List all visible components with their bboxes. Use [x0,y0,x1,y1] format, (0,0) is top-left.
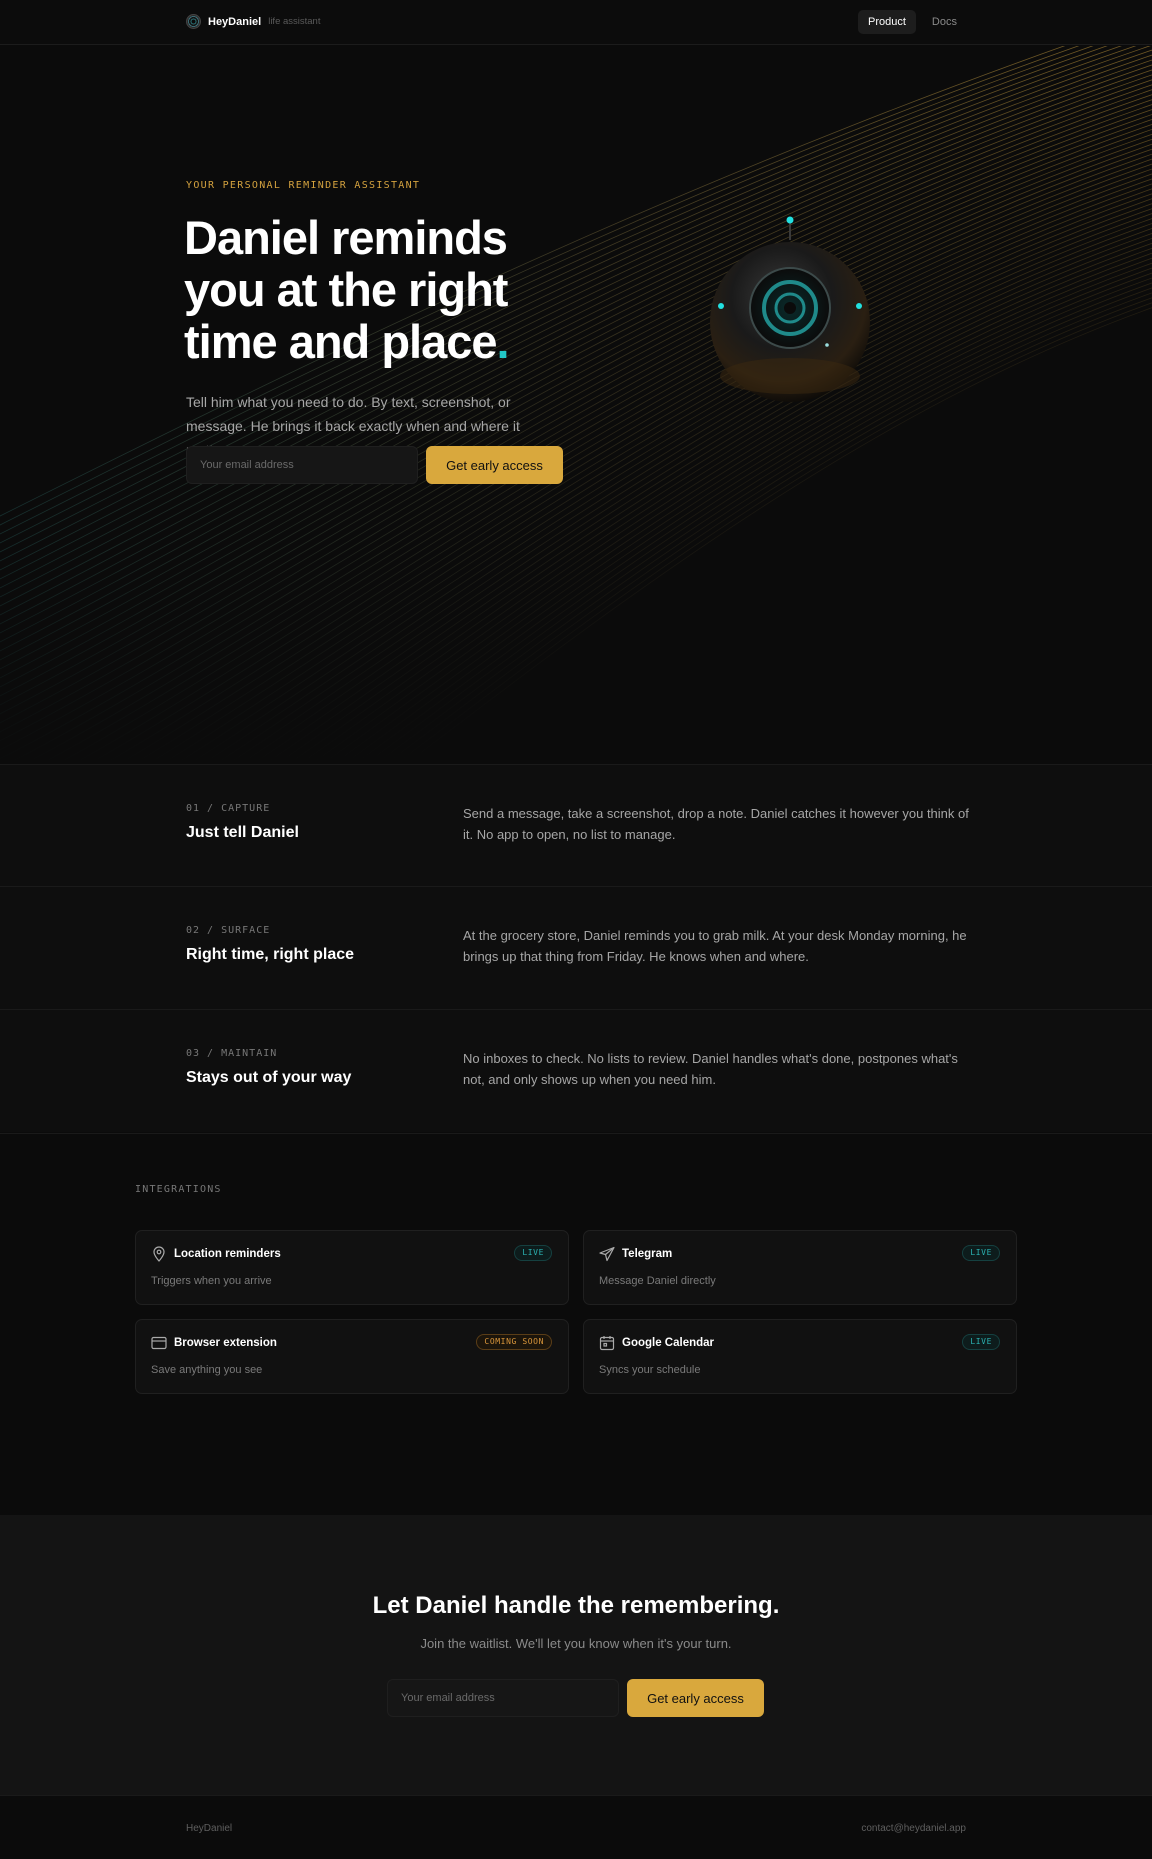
brand-name: HeyDaniel [208,15,262,28]
paper-plane-icon [599,1246,615,1262]
hero-title-dot: . [496,315,510,368]
hero-title-line-2: you at the right [184,263,508,316]
cta-get-early-access-button[interactable]: Get early access [627,1679,764,1717]
step-number: 01 / CAPTURE [186,803,271,814]
cta-email-input[interactable] [387,1679,619,1717]
card-description: Triggers when you arrive [151,1275,272,1287]
integration-card-browser-extension[interactable]: Browser extension COMING SOON Save anyth… [135,1319,569,1394]
integration-card-telegram[interactable]: Telegram LIVE Message Daniel directly [583,1230,1017,1305]
step-description: No inboxes to check. No lists to review.… [463,1051,958,1087]
nav-link-docs[interactable]: Docs [922,10,967,34]
hero-section: YOUR PERSONAL REMINDER ASSISTANT Daniel … [0,46,1152,764]
step-number: 03 / MAINTAIN [186,1048,278,1059]
logo-icon [186,14,201,29]
footer-brand: HeyDaniel [186,1823,233,1834]
step-number: 02 / SURFACE [186,925,271,936]
status-badge: COMING SOON [476,1334,552,1350]
step-description: Send a message, take a screenshot, drop … [463,806,969,842]
step-title: Stays out of your way [186,1069,352,1086]
card-title: Location reminders [174,1248,281,1260]
daniel-orb-icon [710,216,870,402]
step-title: Right time, right place [186,946,355,963]
step-title: Just tell Daniel [186,824,299,841]
hero-title-line-1: Daniel reminds [184,211,508,264]
waitlist-cta-section: Let Daniel handle the remembering. Join … [0,1515,1152,1795]
nav-links: Product Docs [858,10,967,34]
hero-title-line-3: time and place [184,315,497,368]
top-nav: HeyDaniel life assistant Product Docs [0,0,1152,45]
step-maintain: 03 / MAINTAIN Stays out of your way No i… [0,1009,1152,1132]
card-title: Browser extension [174,1337,277,1349]
card-description: Save anything you see [151,1364,263,1376]
hero-wave-lines [0,46,1152,764]
map-pin-icon [153,1246,165,1262]
integrations-section: INTEGRATIONS Location reminders LIVE Tri… [0,1133,1152,1515]
integration-card-location[interactable]: Location reminders LIVE Triggers when yo… [135,1230,569,1305]
cta-title: Let Daniel handle the remembering. [372,1592,780,1619]
card-description: Message Daniel directly [599,1275,716,1287]
step-capture: 01 / CAPTURE Just tell Daniel Send a mes… [0,764,1152,887]
card-description: Syncs your schedule [599,1364,701,1376]
status-badge: LIVE [514,1245,552,1261]
integrations-label: INTEGRATIONS [135,1184,222,1195]
hero-get-early-access-button[interactable]: Get early access [426,446,563,484]
calendar-icon [599,1336,615,1351]
brand[interactable]: HeyDaniel life assistant [186,14,320,29]
hero-title: Daniel reminds you at the right time and… [184,212,584,368]
card-title: Telegram [622,1248,673,1260]
status-badge: LIVE [962,1245,1000,1261]
integration-card-google-calendar[interactable]: Google Calendar LIVE Syncs your schedule [583,1319,1017,1394]
status-badge: LIVE [962,1334,1000,1350]
brand-tagline: life assistant [268,16,321,27]
hero-email-input[interactable] [186,446,418,484]
step-description: At the grocery store, Daniel reminds you… [463,928,967,964]
cta-subtitle: Join the waitlist. We'll let you know wh… [420,1636,732,1651]
card-title: Google Calendar [622,1337,715,1349]
footer-contact-email[interactable]: contact@heydaniel.app [861,1823,966,1834]
hero-eyebrow: YOUR PERSONAL REMINDER ASSISTANT [186,180,421,191]
browser-window-icon [151,1336,167,1350]
footer: HeyDaniel contact@heydaniel.app [0,1795,1152,1859]
nav-link-product[interactable]: Product [858,10,916,34]
step-surface: 02 / SURFACE Right time, right place At … [0,886,1152,1009]
